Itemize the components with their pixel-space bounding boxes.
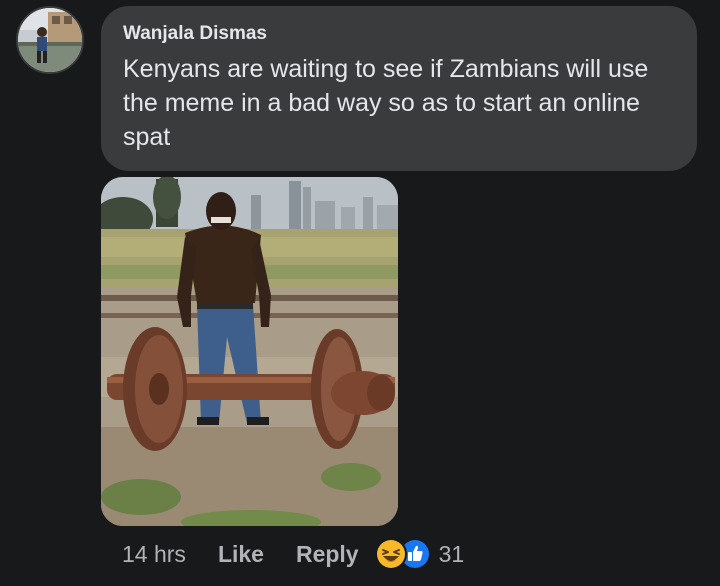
reply-button[interactable]: Reply (296, 541, 359, 568)
reactions-summary[interactable]: 31 (374, 538, 465, 570)
comment-text: Kenyans are waiting to see if Zambians w… (123, 55, 649, 151)
haha-icon (374, 538, 407, 570)
comment: Wanjala Dismas Kenyans are waiting to se… (0, 0, 720, 586)
comment-actions: 14 hrs Like Reply 31 (122, 536, 464, 572)
like-button[interactable]: Like (218, 541, 264, 568)
avatar[interactable] (16, 6, 84, 74)
photo-image (101, 177, 398, 526)
comment-timestamp[interactable]: 14 hrs (122, 541, 186, 568)
comment-photo[interactable] (101, 177, 398, 526)
reaction-count: 31 (438, 540, 465, 567)
comment-author[interactable]: Wanjala Dismas (123, 22, 675, 46)
comment-bubble: Wanjala Dismas Kenyans are waiting to se… (101, 6, 697, 171)
avatar-photo (18, 8, 82, 72)
